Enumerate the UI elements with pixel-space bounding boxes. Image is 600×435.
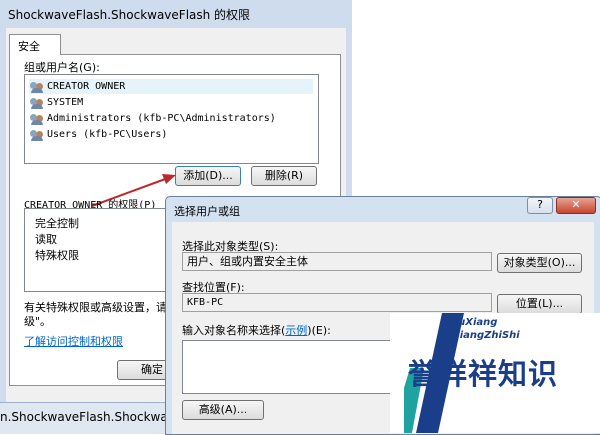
logo-text: 誉祥祥知识 [408, 357, 559, 391]
user-name: CREATOR OWNER [47, 81, 126, 92]
users-icon [29, 80, 45, 93]
permission-item: 完全控制 [35, 217, 79, 230]
window-title: ShockwaveFlash.ShockwaveFlash 的权限 [8, 8, 251, 22]
enter-names-suffix: )(E): [307, 324, 331, 337]
list-item[interactable]: SYSTEM [29, 95, 83, 110]
tab-security-label: 安全 [18, 40, 40, 53]
examples-link[interactable]: 示例 [285, 324, 307, 337]
user-list[interactable]: CREATOR OWNER SYSTEM Administrators (kfb… [24, 74, 319, 164]
user-name: Administrators (kfb-PC\Administrators) [47, 113, 276, 124]
list-item[interactable]: Users (kfb-PC\Users) [29, 127, 167, 142]
object-type-field: 用户、组或内置安全主体 [182, 252, 492, 271]
location-field: KFB-PC [182, 293, 492, 312]
logo-pinyin-2: XiangZhiShi [452, 330, 520, 341]
help-button[interactable]: ? [527, 197, 553, 214]
object-names-input[interactable] [182, 340, 404, 394]
dialog-title: 选择用户或组 [174, 205, 240, 218]
title-bar[interactable]: ShockwaveFlash.ShockwaveFlash 的权限 [0, 0, 352, 27]
group-label: 组或用户名(G): [24, 61, 100, 74]
object-types-button[interactable]: 对象类型(O)... [497, 253, 582, 273]
permissions-list: 完全控制 读取 特殊权限 [24, 208, 166, 292]
user-name: Users (kfb-PC\Users) [47, 129, 168, 140]
permission-item: 特殊权限 [35, 249, 79, 262]
close-button[interactable]: ✕ [556, 197, 596, 214]
watermark-logo: YuXiang XiangZhiShi 誉祥祥知识 [390, 313, 600, 433]
logo-pinyin-1: YuXiang [452, 317, 498, 328]
tab-security[interactable]: 安全 [9, 34, 61, 55]
permission-item: 读取 [35, 233, 57, 246]
access-control-link[interactable]: 了解访问控制和权限 [24, 333, 123, 349]
list-item[interactable]: CREATOR OWNER [29, 79, 313, 94]
add-button[interactable]: 添加(D)... [175, 166, 241, 186]
users-icon [29, 96, 45, 109]
user-name: SYSTEM [47, 97, 84, 108]
users-icon [29, 112, 45, 125]
enter-names-text: 输入对象名称来选择( [182, 324, 286, 337]
locations-button[interactable]: 位置(L)... [497, 294, 582, 314]
list-item[interactable]: Administrators (kfb-PC\Administrators) [29, 111, 276, 126]
enter-names-label: 输入对象名称来选择(示例)(E): [182, 322, 331, 338]
users-icon [29, 128, 45, 141]
advanced-info-text-2: 级"。 [24, 315, 52, 328]
advanced-button[interactable]: 高级(A)... [182, 400, 264, 420]
remove-button[interactable]: 删除(R) [251, 166, 317, 186]
